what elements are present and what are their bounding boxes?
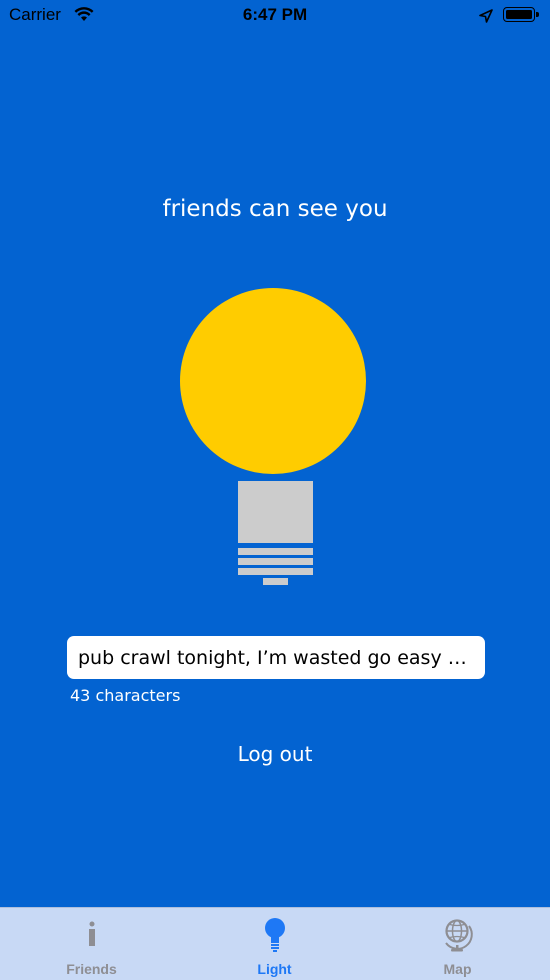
tab-light[interactable]: Light (183, 908, 366, 980)
tab-friends-label: Friends (66, 961, 117, 977)
bulb-glass (180, 288, 366, 474)
logout-label: Log out (237, 742, 313, 766)
tab-friends[interactable]: Friends (0, 908, 183, 980)
info-icon (0, 918, 183, 952)
globe-icon (366, 918, 549, 956)
bulb-thread-3 (238, 568, 313, 575)
tab-light-label: Light (257, 961, 292, 977)
bulb-tip (263, 578, 288, 585)
logout-button[interactable]: Log out (0, 742, 550, 766)
bulb-neck (238, 481, 313, 543)
tab-bar: Friends Light Map (0, 907, 550, 980)
status-message-input[interactable] (67, 636, 485, 679)
bulb-thread-1 (238, 548, 313, 555)
tab-map[interactable]: Map (366, 908, 549, 980)
lightbulb-icon (183, 918, 366, 956)
character-count: 43 characters (70, 686, 181, 705)
bulb-thread-2 (238, 558, 313, 565)
tab-map-label: Map (443, 961, 472, 977)
lightbulb-toggle[interactable] (0, 0, 550, 600)
